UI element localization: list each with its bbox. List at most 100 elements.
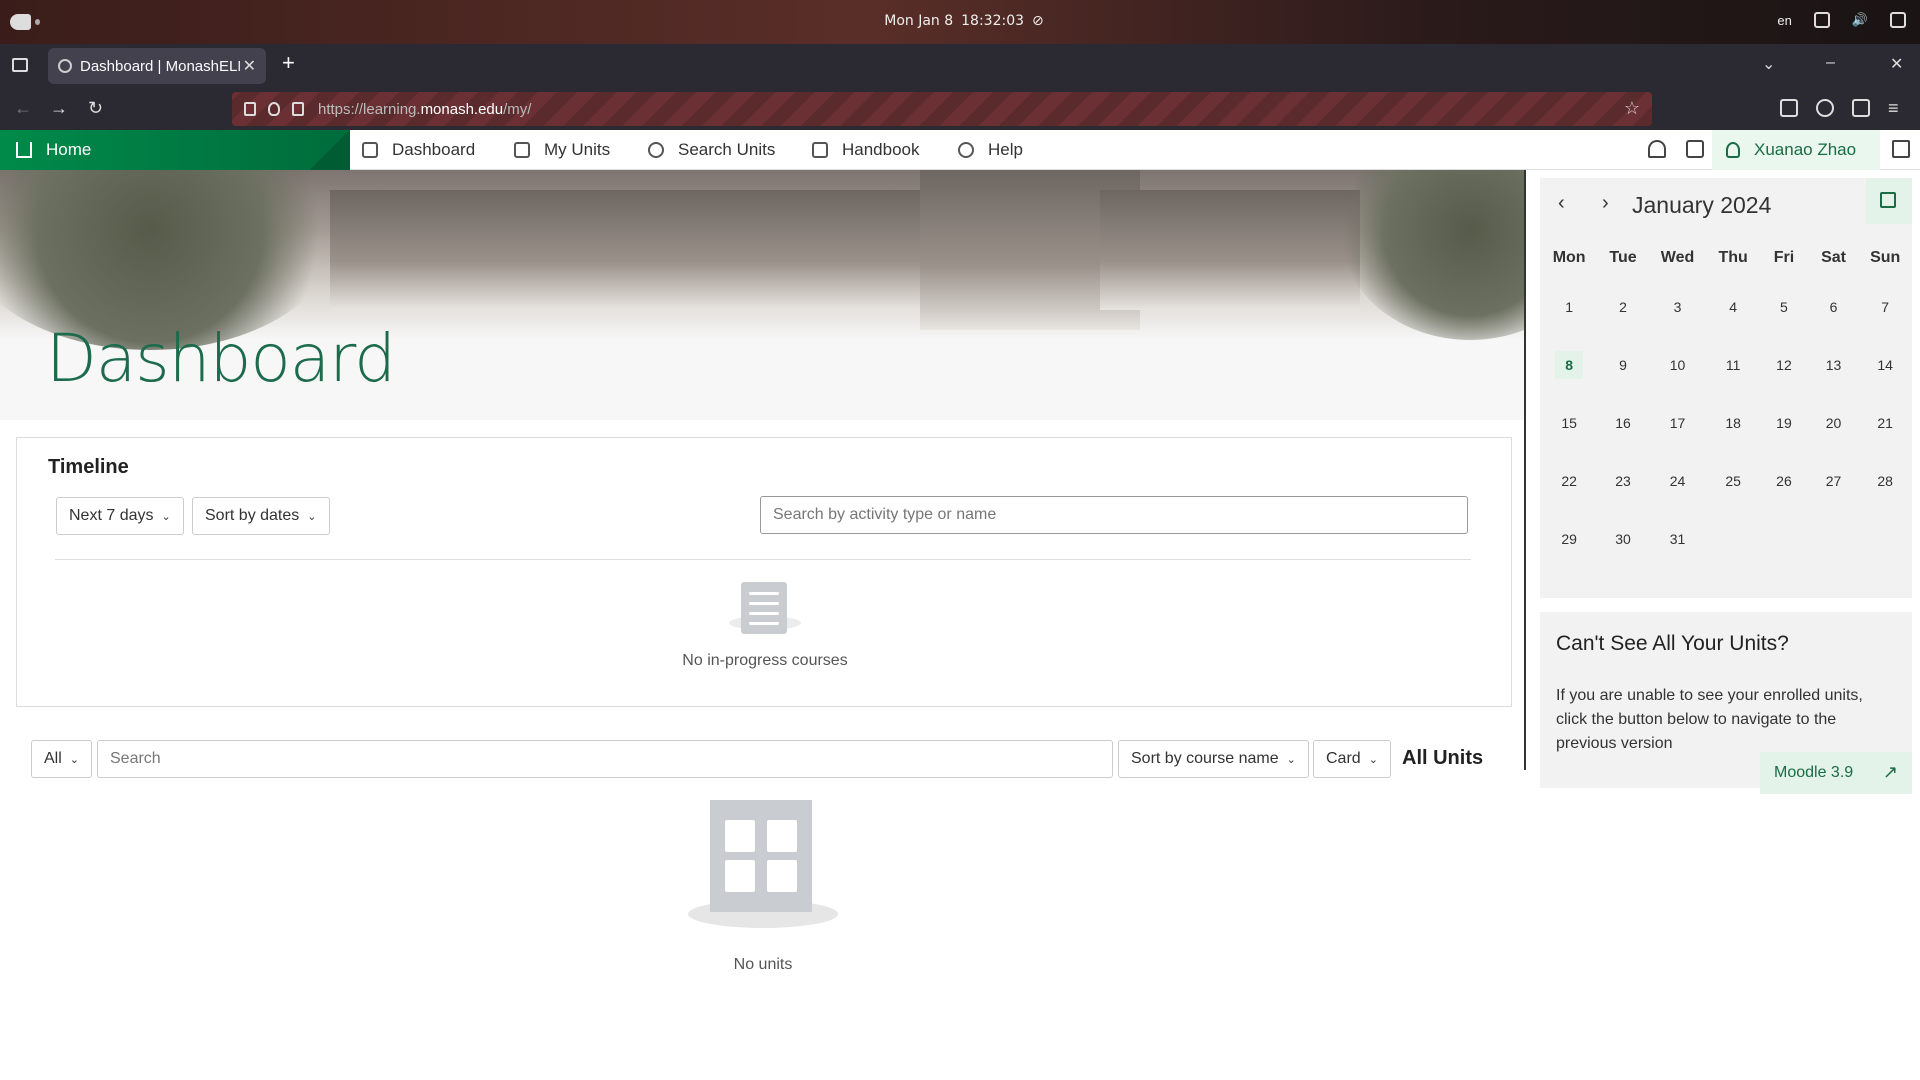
calendar-day-cell[interactable]: 11 xyxy=(1707,336,1759,394)
calendar-day-cell[interactable]: 5 xyxy=(1759,278,1809,336)
previous-month-icon[interactable]: ‹ xyxy=(1558,192,1565,215)
browser-tab[interactable]: Dashboard | MonashELMS ✕ xyxy=(48,48,266,84)
close-tab-icon[interactable]: ✕ xyxy=(243,56,256,76)
full-calendar-button[interactable] xyxy=(1866,178,1912,224)
bookmark-star-icon[interactable]: ☆ xyxy=(1624,98,1640,119)
calendar-day-cell[interactable]: 28 xyxy=(1858,452,1912,510)
calendar-day xyxy=(1871,524,1899,552)
calendar-day-cell[interactable]: 6 xyxy=(1809,278,1859,336)
nav-my-units[interactable]: My Units xyxy=(514,140,610,160)
calendar-day-cell xyxy=(1759,510,1809,568)
calendar-day: 12 xyxy=(1776,357,1792,373)
calendar-day-cell[interactable]: 30 xyxy=(1598,510,1648,568)
lock-icon[interactable] xyxy=(292,102,304,116)
calendar-day-cell[interactable]: 27 xyxy=(1809,452,1859,510)
calendar-day-cell[interactable]: 8 xyxy=(1540,336,1598,394)
url-bar[interactable]: https://learning.monash.edu/my/ ☆ xyxy=(232,92,1652,126)
calendar-day-cell[interactable]: 23 xyxy=(1598,452,1648,510)
calendar-day-cell[interactable]: 7 xyxy=(1858,278,1912,336)
units-view-dropdown[interactable]: Card ⌄ xyxy=(1313,740,1391,778)
chevron-down-icon: ⌄ xyxy=(161,510,171,523)
user-menu[interactable]: Xuanao Zhao xyxy=(1712,130,1880,170)
battery-icon[interactable] xyxy=(1890,12,1906,28)
tracking-protection-icon[interactable] xyxy=(268,102,280,116)
units-filter-dropdown[interactable]: All ⌄ xyxy=(31,740,92,778)
moodle-39-label: Moodle 3.9 xyxy=(1774,764,1854,781)
close-window-icon[interactable]: ✕ xyxy=(1890,54,1903,74)
calendar-day-cell[interactable]: 26 xyxy=(1759,452,1809,510)
messages-icon[interactable] xyxy=(1686,140,1704,158)
timeline-sort-dropdown[interactable]: Sort by dates ⌄ xyxy=(192,497,330,535)
calendar-day-cell[interactable]: 17 xyxy=(1648,394,1707,452)
extensions-icon[interactable] xyxy=(1852,99,1870,117)
calendar-day-cell[interactable]: 15 xyxy=(1540,394,1598,452)
calendar-day-cell[interactable]: 14 xyxy=(1858,336,1912,394)
keyboard-language[interactable]: en xyxy=(1777,13,1791,28)
url-host: monash.edu xyxy=(420,100,504,118)
menu-icon[interactable]: ≡ xyxy=(1888,98,1899,119)
notice-heading: Can't See All Your Units? xyxy=(1556,632,1789,655)
calendar-day-cell[interactable]: 12 xyxy=(1759,336,1809,394)
timeline-search-placeholder: Search by activity type or name xyxy=(773,506,997,523)
calendar-day-cell[interactable]: 9 xyxy=(1598,336,1648,394)
banner-building xyxy=(1100,190,1360,310)
calendar-day-cell[interactable]: 4 xyxy=(1707,278,1759,336)
calendar-day-cell[interactable]: 2 xyxy=(1598,278,1648,336)
account-icon[interactable] xyxy=(1816,99,1834,117)
forward-icon[interactable]: → xyxy=(50,98,68,119)
calendar-day: 9 xyxy=(1619,357,1627,373)
timeline-range-dropdown[interactable]: Next 7 days ⌄ xyxy=(56,497,184,535)
units-search-input[interactable]: Search xyxy=(97,740,1113,778)
calendar-day-cell[interactable]: 21 xyxy=(1858,394,1912,452)
nav-handbook[interactable]: Handbook xyxy=(812,140,920,160)
calendar-day-cell[interactable]: 19 xyxy=(1759,394,1809,452)
minimize-window-icon[interactable]: – xyxy=(1826,54,1835,72)
calendar-day-cell[interactable]: 25 xyxy=(1707,452,1759,510)
calendar-day: 20 xyxy=(1825,415,1842,431)
handbook-icon xyxy=(812,142,828,158)
pocket-icon[interactable] xyxy=(1780,99,1798,117)
calendar-week: 22 23 24 25 26 27 28 xyxy=(1540,452,1912,510)
home-link[interactable]: Home xyxy=(0,130,350,170)
calendar-day xyxy=(1820,524,1848,552)
calendar-day-cell[interactable]: 18 xyxy=(1707,394,1759,452)
units-sort-dropdown[interactable]: Sort by course name ⌄ xyxy=(1118,740,1309,778)
tab-list-icon[interactable] xyxy=(12,58,28,72)
moodle-39-button[interactable]: Moodle 3.9 ↗ xyxy=(1760,752,1912,794)
os-clock[interactable]: Mon Jan 8 18:32:03 ⊘ xyxy=(0,13,1920,29)
calendar-day-cell[interactable]: 10 xyxy=(1648,336,1707,394)
calendar-day-cell[interactable]: 31 xyxy=(1648,510,1707,568)
calendar-day-cell[interactable]: 22 xyxy=(1540,452,1598,510)
external-link-icon: ↗ xyxy=(1882,762,1898,782)
calendar-day: 14 xyxy=(1877,357,1893,373)
calendar-day: 8 xyxy=(1555,351,1584,379)
calendar-day xyxy=(1719,524,1747,552)
tab-overflow-chevron-icon[interactable]: ⌄ xyxy=(1762,54,1775,74)
reader-mode-icon[interactable] xyxy=(244,102,256,116)
nav-dashboard[interactable]: Dashboard xyxy=(362,140,475,160)
calendar-day-cell[interactable]: 16 xyxy=(1598,394,1648,452)
back-icon[interactable]: ← xyxy=(14,98,32,119)
system-tray[interactable]: en 🔊 xyxy=(1777,12,1906,28)
calendar-day-cell[interactable]: 20 xyxy=(1809,394,1859,452)
calendar-day-cell[interactable]: 24 xyxy=(1648,452,1707,510)
nav-help[interactable]: Help xyxy=(958,140,1023,160)
next-month-icon[interactable]: › xyxy=(1602,192,1609,215)
calendar-day: 1 xyxy=(1565,299,1574,315)
volume-icon[interactable]: 🔊 xyxy=(1852,12,1868,28)
timeline-search-input[interactable]: Search by activity type or name xyxy=(760,496,1468,534)
calendar-day-cell[interactable]: 1 xyxy=(1540,278,1598,336)
reload-icon[interactable]: ↻ xyxy=(88,98,103,119)
url-path: /my/ xyxy=(503,100,532,118)
new-tab-icon[interactable]: + xyxy=(282,50,295,76)
calendar-day-cell[interactable]: 29 xyxy=(1540,510,1598,568)
notifications-bell-icon[interactable] xyxy=(1648,140,1666,158)
nav-search-units[interactable]: Search Units xyxy=(648,140,775,160)
units-search-placeholder: Search xyxy=(110,750,161,767)
close-drawer-icon[interactable] xyxy=(1892,140,1910,158)
home-chevron-decoration xyxy=(310,130,350,170)
calendar-day-cell[interactable]: 3 xyxy=(1648,278,1707,336)
accessibility-icon[interactable] xyxy=(1813,12,1830,28)
all-units-heading: All Units xyxy=(1402,747,1484,769)
calendar-day-cell[interactable]: 13 xyxy=(1809,336,1859,394)
